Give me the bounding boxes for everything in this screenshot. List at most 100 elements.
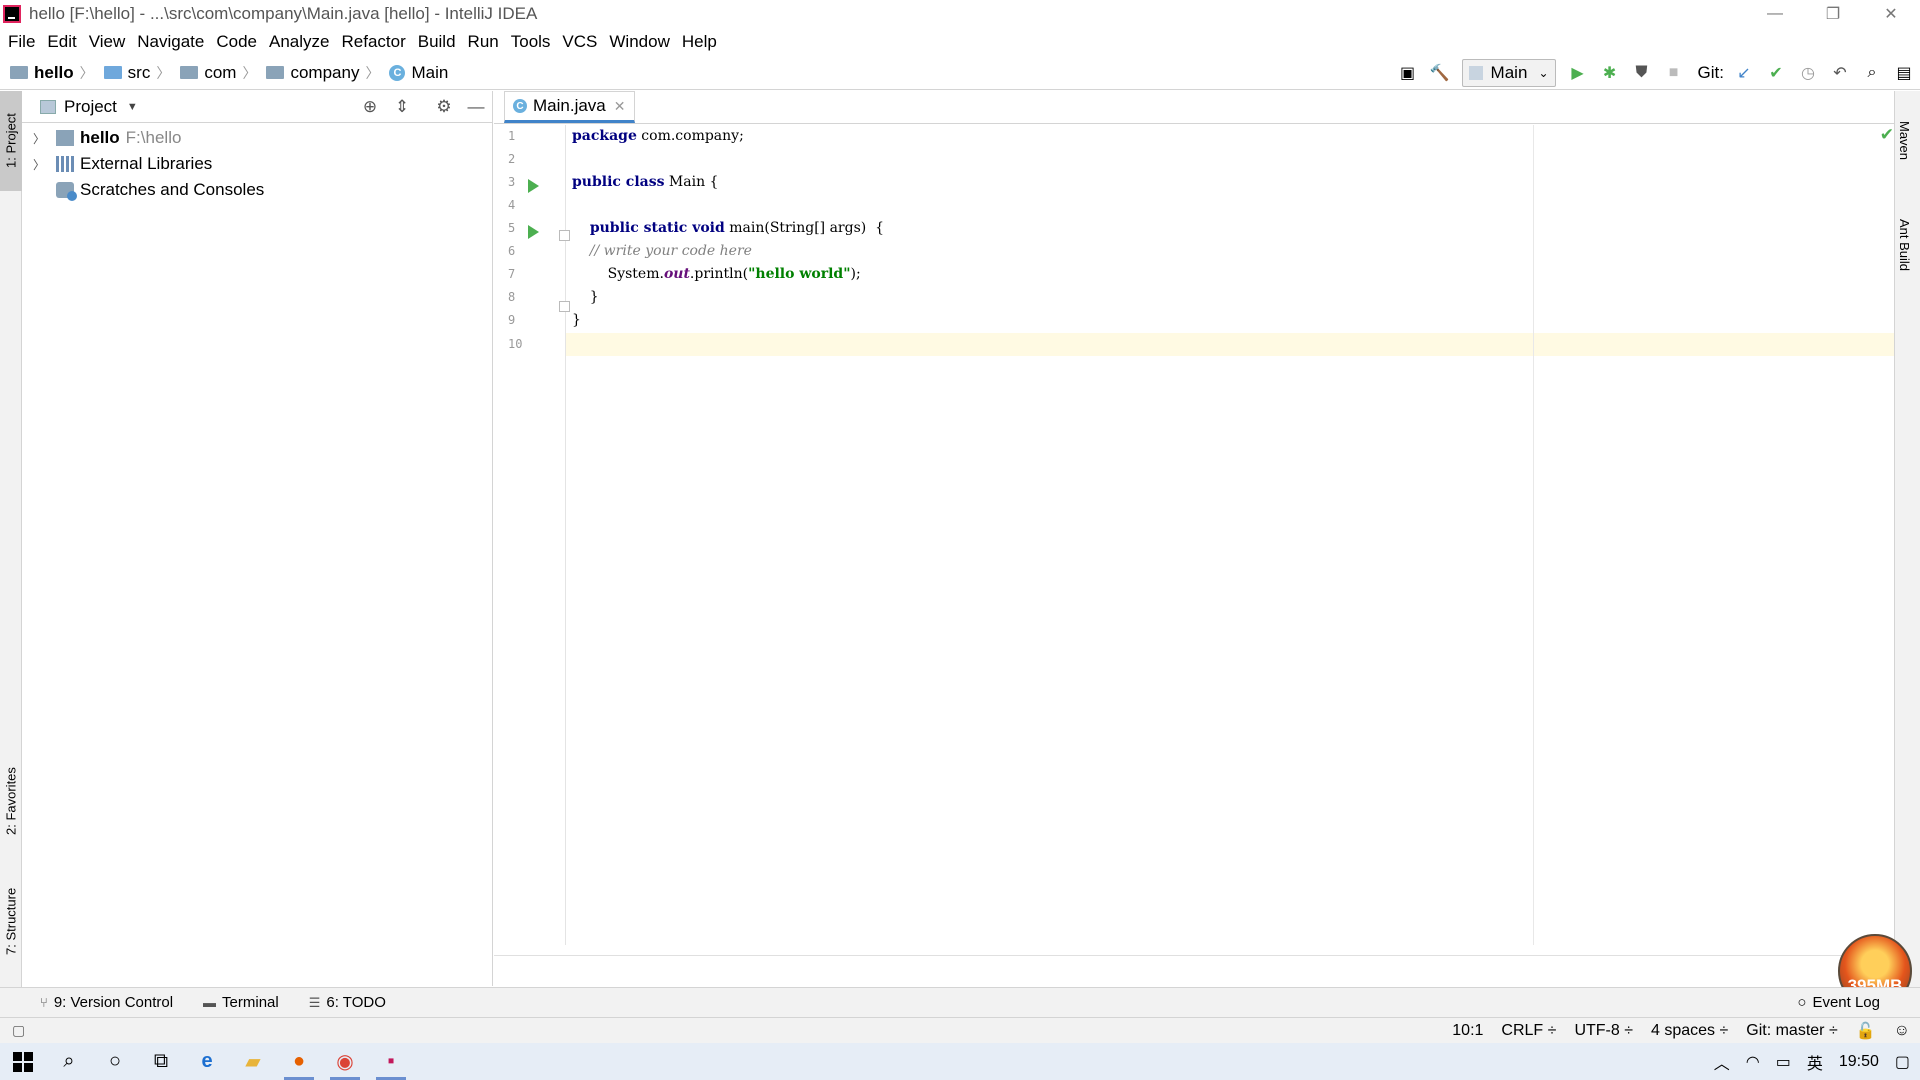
lock-icon[interactable]: 🔓 xyxy=(1856,1021,1876,1041)
editor-area: C Main.java ✕ 1 2 3 4 5 6 7 8 9 10 packa… xyxy=(494,91,1894,986)
tool-tab-structure[interactable]: 7: Structure xyxy=(0,871,22,971)
string-literal: "hello world" xyxy=(748,266,851,282)
menu-edit[interactable]: Edit xyxy=(41,32,82,52)
tool-tab-label: 9: Version Control xyxy=(53,994,174,1011)
menu-build[interactable]: Build xyxy=(412,32,462,52)
menu-navigate[interactable]: Navigate xyxy=(131,32,210,52)
menu-run[interactable]: Run xyxy=(462,32,505,52)
file-encoding[interactable]: UTF-8 ÷ xyxy=(1574,1022,1633,1040)
tool-tab-todo[interactable]: ☰ 6: TODO xyxy=(309,994,386,1011)
tool-tab-favorites[interactable]: 2: Favorites xyxy=(0,751,22,851)
editor-horizontal-scrollbar[interactable] xyxy=(494,955,1894,986)
locate-icon[interactable]: ⊕ xyxy=(354,97,386,117)
rollback-icon[interactable]: ↶ xyxy=(1824,57,1856,89)
menu-file[interactable]: File xyxy=(2,32,41,52)
menu-code[interactable]: Code xyxy=(210,32,263,52)
stop-icon[interactable]: ■ xyxy=(1658,57,1690,89)
chevron-right-icon[interactable]: 〉 xyxy=(30,130,48,147)
coverage-icon[interactable]: ⛊ xyxy=(1626,57,1658,89)
git-commit-icon[interactable]: ✔ xyxy=(1760,57,1792,89)
edge-icon[interactable]: e xyxy=(184,1043,230,1080)
notification-icon[interactable]: ▢ xyxy=(1895,1052,1910,1072)
close-button[interactable]: ✕ xyxy=(1862,0,1920,28)
caret-position[interactable]: 10:1 xyxy=(1452,1022,1483,1040)
file-explorer-icon[interactable]: ▰ xyxy=(230,1043,276,1080)
inspector-icon[interactable]: ☺ xyxy=(1894,1022,1910,1040)
tool-tab-project[interactable]: 1: Project xyxy=(0,91,22,191)
line-separator[interactable]: CRLF ÷ xyxy=(1501,1022,1556,1040)
breadcrumb-main[interactable]: C Main xyxy=(379,63,448,83)
task-view-icon[interactable]: ⧉ xyxy=(138,1043,184,1080)
clock[interactable]: 19:50 xyxy=(1839,1053,1879,1071)
fold-icon[interactable] xyxy=(559,230,570,241)
git-label: Git: xyxy=(1697,63,1724,82)
menu-analyze[interactable]: Analyze xyxy=(263,32,335,52)
menu-view[interactable]: View xyxy=(83,32,132,52)
line-number: 10 xyxy=(508,337,523,351)
status-bar: ▢ 10:1 CRLF ÷ UTF-8 ÷ 4 spaces ÷ Git: ma… xyxy=(0,1017,1920,1043)
ime-indicator[interactable]: 英 xyxy=(1807,1050,1823,1074)
chevron-up-icon[interactable]: ︿ xyxy=(1714,1050,1730,1074)
menu-refactor[interactable]: Refactor xyxy=(335,32,411,52)
project-panel-title[interactable]: Project xyxy=(64,97,117,117)
restore-button[interactable]: ❐ xyxy=(1804,0,1862,28)
inspection-ok-icon[interactable]: ✔ xyxy=(1880,125,1894,145)
project-structure-icon[interactable]: ▤ xyxy=(1888,57,1920,89)
cortana-icon[interactable]: ○ xyxy=(92,1043,138,1080)
tool-tab-maven[interactable]: Maven xyxy=(1897,121,1912,160)
gear-icon[interactable]: ⚙ xyxy=(428,97,460,117)
tool-tab-event-log[interactable]: ○ Event Log xyxy=(1797,994,1880,1011)
run-gutter-icon[interactable] xyxy=(528,225,539,239)
breadcrumb-src[interactable]: src 〉 xyxy=(94,63,170,83)
search-icon[interactable]: ⌕ xyxy=(46,1043,92,1080)
tool-tab-version-control[interactable]: ⑂ 9: Version Control xyxy=(40,994,173,1011)
line-number: 6 xyxy=(508,244,516,258)
close-icon[interactable]: ✕ xyxy=(614,98,626,115)
package-icon xyxy=(180,66,199,79)
indent-setting[interactable]: 4 spaces ÷ xyxy=(1651,1022,1728,1040)
tree-item-hello[interactable]: 〉 hello F:\hello xyxy=(22,125,492,151)
layout-icon[interactable]: ▣ xyxy=(1392,57,1424,89)
breadcrumb-com[interactable]: com 〉 xyxy=(170,63,256,83)
breadcrumb-company[interactable]: company 〉 xyxy=(256,63,379,83)
hide-panel-icon[interactable]: — xyxy=(460,97,492,117)
build-hammer-icon[interactable]: 🔨 xyxy=(1424,57,1456,89)
battery-icon[interactable]: ▭ xyxy=(1776,1052,1791,1072)
breadcrumb-project[interactable]: hello 〉 xyxy=(0,63,94,83)
run-configuration-select[interactable]: Main ⌄ xyxy=(1461,59,1556,87)
git-branch[interactable]: Git: master ÷ xyxy=(1746,1022,1837,1040)
windows-logo-icon xyxy=(13,1051,33,1072)
event-log-icon: ○ xyxy=(1797,994,1807,1011)
run-icon[interactable]: ▶ xyxy=(1562,57,1594,89)
collapse-all-icon[interactable]: ⇕ xyxy=(386,97,418,117)
tool-tab-terminal[interactable]: ▬ Terminal xyxy=(203,994,279,1011)
menu-tools[interactable]: Tools xyxy=(505,32,557,52)
code-editor[interactable]: 1 2 3 4 5 6 7 8 9 10 package com.company… xyxy=(494,125,1894,945)
start-button[interactable] xyxy=(0,1043,46,1080)
tab-main-java[interactable]: C Main.java ✕ xyxy=(504,91,635,123)
tree-item-scratches[interactable]: Scratches and Consoles xyxy=(22,177,492,203)
git-history-icon[interactable]: ◷ xyxy=(1792,57,1824,89)
run-config-label: Main xyxy=(1490,63,1528,82)
menu-vcs[interactable]: VCS xyxy=(556,32,603,52)
chrome-icon[interactable]: ◉ xyxy=(322,1043,368,1080)
toggle-tool-windows-icon[interactable]: ▢ xyxy=(12,1022,25,1039)
menu-window[interactable]: Window xyxy=(603,32,675,52)
debug-icon[interactable]: ✱ xyxy=(1594,57,1626,89)
tool-tab-ant-build[interactable]: Ant Build xyxy=(1897,219,1912,271)
chevron-down-icon[interactable]: ▼ xyxy=(127,101,138,113)
intellij-taskbar-icon[interactable]: ▪ xyxy=(368,1043,414,1080)
fold-icon[interactable] xyxy=(559,301,570,312)
breadcrumb-main-label: Main xyxy=(411,62,449,82)
git-update-icon[interactable]: ↙ xyxy=(1728,57,1760,89)
source-folder-icon xyxy=(103,66,122,79)
firefox-icon[interactable]: ● xyxy=(276,1043,322,1080)
menu-help[interactable]: Help xyxy=(676,32,723,52)
search-icon[interactable]: ⌕ xyxy=(1856,57,1888,89)
wifi-icon[interactable]: ◠ xyxy=(1746,1052,1760,1072)
minimize-button[interactable]: — xyxy=(1746,0,1804,28)
run-gutter-icon[interactable] xyxy=(528,179,539,193)
tree-item-external-libraries[interactable]: 〉 External Libraries xyxy=(22,151,492,177)
left-tool-strip: 1: Project 2: Favorites 7: Structure xyxy=(0,91,22,987)
chevron-right-icon[interactable]: 〉 xyxy=(30,156,48,173)
